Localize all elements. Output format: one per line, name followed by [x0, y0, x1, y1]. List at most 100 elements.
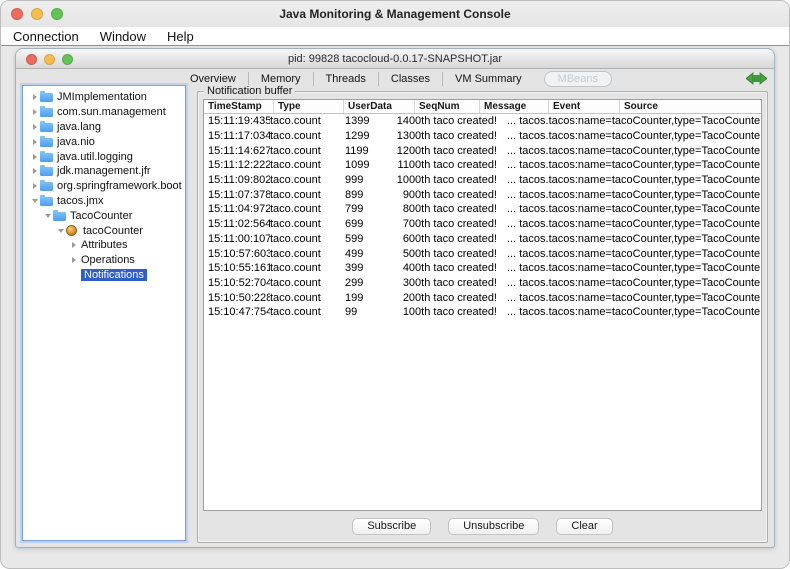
tree-item-org-springframework-boot[interactable]: org.springframework.boot [23, 179, 185, 194]
tree-item-jdk-management-jfr[interactable]: jdk.management.jfr [23, 164, 185, 179]
tab-overview[interactable]: Overview [178, 72, 248, 86]
tree-item-operations[interactable]: Operations [23, 253, 185, 268]
cell-source: ... tacos.tacos:name=tacoCounter,type=Ta… [507, 232, 761, 245]
cell-message: 800th taco created! [402, 203, 497, 216]
table-row[interactable]: 15:11:04:972 taco.count 799 800th taco crea… [204, 202, 761, 217]
cell-userdata: 399 [345, 262, 364, 275]
cell-timestamp: 15:10:55:161 [208, 262, 270, 275]
unsubscribe-button[interactable]: Unsubscribe [448, 517, 540, 535]
chevron-down-icon[interactable] [55, 228, 66, 233]
cell-timestamp: 15:11:07:378 [208, 188, 270, 201]
close-window-button[interactable] [11, 8, 23, 20]
folder-icon [53, 209, 70, 221]
cell-source: ... tacos.tacos:name=tacoCounter,type=Ta… [507, 276, 761, 289]
tree-item-attributes[interactable]: Attributes [23, 238, 185, 253]
table-row[interactable]: 15:11:12:222 taco.count 1099 1100th taco cr… [204, 158, 761, 173]
tree-item-label: Notifications [81, 268, 147, 281]
tree-item-tacos-jmx[interactable]: tacos.jmx [23, 194, 185, 209]
column-header-event[interactable]: Event [548, 100, 619, 113]
tree-item-java-lang[interactable]: java.lang [23, 120, 185, 135]
table-row[interactable]: 15:10:50:228 taco.count 199 200th taco crea… [204, 290, 761, 305]
chevron-right-icon[interactable] [29, 138, 40, 145]
table-row[interactable]: 15:10:57:603 taco.count 499 500th taco crea… [204, 246, 761, 261]
table-row[interactable]: 15:11:09:802 taco.count 999 1000th taco cre… [204, 173, 761, 188]
tree-item-tacocounter[interactable]: tacoCounter [23, 223, 185, 238]
column-header-type[interactable]: Type [273, 100, 343, 113]
tree-item-java-util-logging[interactable]: java.util.logging [23, 149, 185, 164]
cell-timestamp: 15:11:19:435 [208, 115, 270, 128]
menu-connection[interactable]: Connection [13, 29, 90, 44]
folder-icon [40, 135, 57, 147]
folder-icon [40, 106, 57, 118]
chevron-right-icon[interactable] [68, 242, 79, 249]
column-header-seqnum[interactable]: SeqNum [414, 100, 479, 113]
chevron-right-icon[interactable] [29, 109, 40, 116]
column-header-source[interactable]: Source [619, 100, 761, 113]
cell-type: taco.count [270, 306, 321, 319]
cell-message: 1000th taco created! [396, 174, 497, 187]
chevron-right-icon[interactable] [29, 183, 40, 190]
chevron-right-icon[interactable] [29, 153, 40, 160]
tree-item-label: java.nio [57, 135, 95, 148]
table-row[interactable]: 15:11:00:107 taco.count 599 600th taco crea… [204, 232, 761, 247]
column-header-message[interactable]: Message [479, 100, 548, 113]
cell-timestamp: 15:11:02:564 [208, 218, 270, 231]
cell-message: 400th taco created! [402, 262, 497, 275]
mbean-icon [66, 225, 83, 237]
cell-source: ... tacos.tacos:name=tacoCounter,type=Ta… [507, 188, 761, 201]
chevron-right-icon[interactable] [29, 168, 40, 175]
chevron-right-icon[interactable] [68, 257, 79, 264]
cell-type: taco.count [270, 262, 321, 275]
notification-table: TimeStamp Type UserData SeqNum Message Event S… [203, 99, 762, 511]
notification-buffer-title: Notification buffer [204, 85, 296, 97]
chevron-down-icon[interactable] [29, 198, 40, 203]
tab-vm-summary[interactable]: VM Summary [442, 71, 534, 86]
menu-help[interactable]: Help [167, 29, 205, 44]
cell-type: taco.count [270, 247, 321, 260]
minimize-window-button[interactable] [31, 8, 43, 20]
table-row[interactable]: 15:11:19:435 taco.count 1399 1400th taco cr… [204, 114, 761, 129]
tree-item-java-nio[interactable]: java.nio [23, 134, 185, 149]
tree-item-label: Operations [81, 254, 135, 267]
table-row[interactable]: 15:10:52:704 taco.count 299 300th taco crea… [204, 276, 761, 291]
close-icon[interactable] [26, 54, 37, 65]
table-row[interactable]: 15:11:02:564 taco.count 699 700th taco crea… [204, 217, 761, 232]
table-row[interactable]: 15:11:07:378 taco.count 899 900th taco crea… [204, 187, 761, 202]
cell-message: 500th taco created! [402, 247, 497, 260]
zoom-icon[interactable] [62, 54, 73, 65]
cell-userdata: 599 [345, 232, 364, 245]
subscribe-button[interactable]: Subscribe [352, 517, 432, 535]
app-window: Java Monitoring & Management Console Con… [0, 0, 790, 569]
tree-item-label: com.sun.management [57, 106, 166, 119]
cell-timestamp: 15:10:47:754 [208, 306, 270, 319]
menu-window[interactable]: Window [100, 29, 157, 44]
tab-threads[interactable]: Threads [312, 71, 378, 86]
chevron-down-icon[interactable] [42, 213, 53, 218]
chevron-right-icon[interactable] [29, 123, 40, 130]
tree-item-jmimplementation[interactable]: JMImplementation [23, 90, 185, 105]
tab-classes[interactable]: Classes [377, 71, 442, 86]
tree-item-label: tacos.jmx [57, 194, 104, 207]
table-row[interactable]: 15:11:17:034 taco.count 1299 1300th taco cr… [204, 129, 761, 144]
cell-timestamp: 15:11:04:972 [208, 203, 270, 216]
column-header-userdata[interactable]: UserData [343, 100, 414, 113]
window-title: Java Monitoring & Management Console [279, 7, 511, 21]
column-header-timestamp[interactable]: TimeStamp [204, 100, 273, 113]
tab-memory[interactable]: Memory [247, 71, 313, 86]
tab-mbeans[interactable]: MBeans [543, 70, 613, 87]
cell-source: ... tacos.tacos:name=tacoCounter,type=Ta… [507, 115, 761, 128]
cell-source: ... tacos.tacos:name=tacoCounter,type=Ta… [507, 203, 761, 216]
table-row[interactable]: 15:11:14:627 taco.count 1199 1200th taco cr… [204, 143, 761, 158]
minimize-icon[interactable] [44, 54, 55, 65]
folder-icon [40, 165, 57, 177]
tree-item-com-sun-management[interactable]: com.sun.management [23, 105, 185, 120]
tree-item-notifications[interactable]: Notifications [23, 268, 185, 283]
chevron-right-icon[interactable] [29, 94, 40, 101]
zoom-window-button[interactable] [51, 8, 63, 20]
table-row[interactable]: 15:10:55:161 taco.count 399 400th taco crea… [204, 261, 761, 276]
clear-button[interactable]: Clear [556, 517, 613, 535]
cell-message: 1400th taco created! [396, 115, 497, 128]
cell-timestamp: 15:11:12:222 [208, 159, 270, 172]
table-row[interactable]: 15:10:47:754 taco.count 99 100th taco creat… [204, 305, 761, 320]
tree-item-tacocounter[interactable]: TacoCounter [23, 208, 185, 223]
